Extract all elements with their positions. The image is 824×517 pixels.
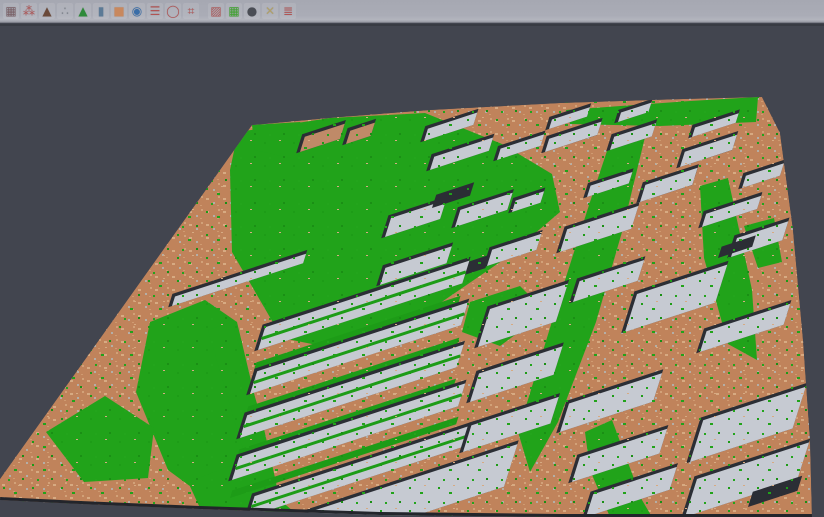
layer-stack-icon[interactable]: ☰ [147,3,163,19]
snapshot-icon[interactable]: ● [244,3,260,19]
measure-icon[interactable]: ✕ [262,3,278,19]
profile-view-icon[interactable]: ▮ [93,3,109,19]
circle-select-icon[interactable]: ◯ [165,3,181,19]
ortho-image-icon[interactable]: ■ [111,3,127,19]
terrain-mesh [0,24,824,517]
color-points-icon[interactable]: ⁂ [21,3,37,19]
main-toolbar: ▦⁂▲∴▲▮■◉☰◯⌗▨▦●✕≣ [0,0,824,23]
viewport-top-shadow [0,24,824,26]
bare-earth-icon[interactable]: ▲ [39,3,55,19]
surface-model-icon[interactable]: ▲ [75,3,91,19]
classify-tool-icon[interactable]: ▦ [3,3,19,19]
classified-view-icon[interactable]: ▦ [226,3,242,19]
point-cloud-scene [0,24,824,517]
legend-list-icon[interactable]: ≣ [280,3,296,19]
toolbar-separator [200,3,207,19]
region-select-icon[interactable]: ⌗ [183,3,199,19]
grid-overlay-icon[interactable]: ▨ [208,3,224,19]
viewport-3d[interactable] [0,24,824,517]
globe-view-icon[interactable]: ◉ [129,3,145,19]
tree-speckle [0,24,824,517]
point-cloud-icon[interactable]: ∴ [57,3,73,19]
